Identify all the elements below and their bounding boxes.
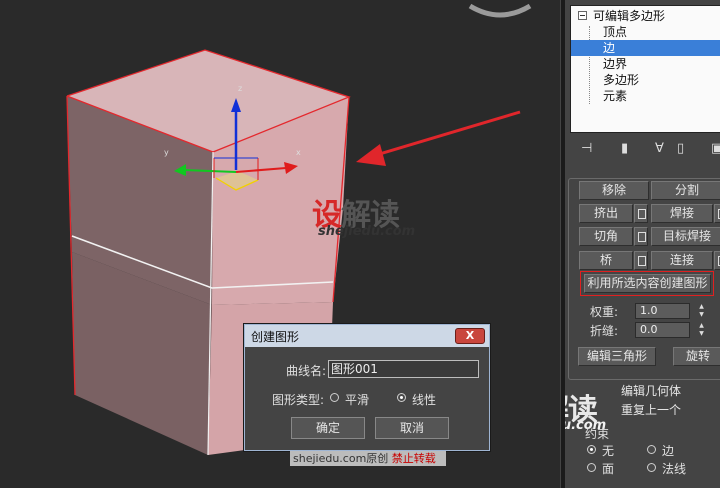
constraint-face-radio[interactable] (587, 463, 596, 472)
shape-type-smooth-label: 平滑 (345, 393, 370, 407)
show-end-result-icon[interactable]: ▮ (621, 140, 628, 158)
remove-button[interactable]: 移除 (579, 181, 649, 200)
annotation-arrow (356, 110, 521, 166)
create-shape-from-selection-button[interactable]: 利用所选内容创建图形 (584, 274, 711, 293)
constraint-none-label: 无 (602, 444, 615, 458)
edit-triangulation-button[interactable]: 编辑三角形 (578, 347, 656, 366)
split-button[interactable]: 分割 (651, 181, 720, 200)
chamfer-settings-icon[interactable] (634, 227, 648, 246)
stack-item-element[interactable]: 元素 (603, 88, 627, 104)
weight-spinner-icon[interactable]: ▲ ▼ (697, 303, 706, 319)
modifier-stack[interactable]: 可编辑多边形 顶点 边 边界 多边形 元素 (570, 5, 720, 133)
curve-name-label: 曲线名: (286, 364, 327, 378)
bridge-button[interactable]: 桥 (579, 251, 633, 270)
edit-geometry-rollout-title[interactable]: 编辑几何体 (621, 382, 681, 399)
cancel-button[interactable]: 取消 (375, 417, 449, 439)
viewcube-ring (468, 3, 532, 18)
shape-type-smooth-radio[interactable] (330, 393, 339, 402)
command-panel: 可编辑多边形 顶点 边 边界 多边形 元素 ⊣ ▮ ∀ ▯ ▣ 移除 分割 挤出… (565, 0, 720, 488)
make-unique-icon[interactable]: ∀ (655, 140, 664, 158)
constraints-label: 约束 (585, 427, 610, 441)
repeat-last-button[interactable]: 重复上一个 (621, 401, 681, 418)
chamfer-button[interactable]: 切角 (579, 227, 633, 246)
weld-button[interactable]: 焊接 (651, 204, 713, 223)
curve-name-input[interactable]: 图形001 (328, 360, 479, 378)
ok-button[interactable]: 确定 (291, 417, 365, 439)
stack-item-border[interactable]: 边界 (603, 56, 627, 72)
constraint-edge-label: 边 (662, 444, 675, 458)
connect-button[interactable]: 连接 (651, 251, 713, 270)
crease-label: 折缝: (590, 324, 619, 338)
extrude-settings-icon[interactable] (634, 204, 648, 223)
y-axis-label: y (164, 148, 169, 157)
x-axis-label: x (296, 148, 301, 157)
crease-field[interactable]: 0.0 (635, 322, 690, 338)
dialog-title: 创建图形 (251, 330, 300, 344)
turn-button[interactable]: 旋转 (673, 347, 720, 366)
tree-lines (589, 26, 590, 104)
watermark-url: shejiedu.com (318, 224, 416, 239)
stack-item-polygon[interactable]: 多边形 (603, 72, 639, 88)
crease-spinner-icon[interactable]: ▲ ▼ (697, 322, 706, 338)
z-axis-label: z (238, 84, 243, 93)
weight-label: 权重: (590, 305, 619, 319)
copyright-banner: shejiedu.com原创 禁止转载 (290, 451, 446, 466)
dialog-titlebar[interactable]: 创建图形 X (245, 325, 489, 347)
constraint-face-label: 面 (602, 462, 615, 476)
close-icon[interactable]: X (455, 328, 485, 344)
shape-type-linear-label: 线性 (412, 393, 437, 407)
collapse-icon[interactable] (578, 11, 587, 20)
constraint-normal-radio[interactable] (647, 463, 656, 472)
connect-settings-icon[interactable] (714, 251, 720, 270)
configure-sets-icon[interactable]: ▣ (711, 140, 720, 158)
constraint-normal-label: 法线 (662, 462, 687, 476)
stack-item-editable-poly[interactable]: 可编辑多边形 (593, 8, 665, 24)
shape-type-label: 图形类型: (272, 393, 325, 407)
constraint-none-radio[interactable] (587, 445, 596, 454)
extrude-button[interactable]: 挤出 (579, 204, 633, 223)
create-shape-dialog: 创建图形 X 曲线名: 图形001 图形类型: 平滑 线性 确定 取消 (244, 324, 490, 451)
constraint-edge-radio[interactable] (647, 445, 656, 454)
remove-modifier-icon[interactable]: ▯ (677, 140, 684, 158)
stack-item-vertex[interactable]: 顶点 (603, 24, 627, 40)
weight-field[interactable]: 1.0 (635, 303, 690, 319)
pin-stack-icon[interactable]: ⊣ (581, 140, 592, 158)
bridge-settings-icon[interactable] (634, 251, 648, 270)
shape-type-linear-radio[interactable] (397, 393, 406, 402)
stack-item-edge[interactable]: 边 (571, 40, 720, 56)
weld-settings-icon[interactable] (714, 204, 720, 223)
target-weld-button[interactable]: 目标焊接 (651, 227, 720, 246)
stack-toolbar: ⊣ ▮ ∀ ▯ ▣ (571, 140, 720, 158)
